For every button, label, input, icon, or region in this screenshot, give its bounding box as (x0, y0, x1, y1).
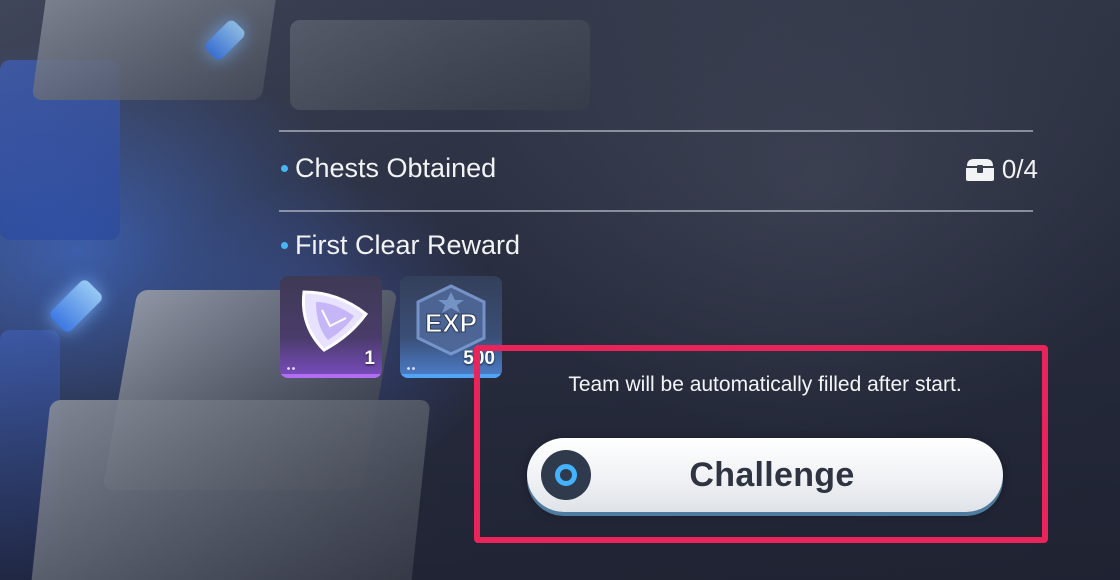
card-dots (286, 367, 296, 370)
chest-counter: 0/4 (964, 154, 1038, 185)
bullet-icon (281, 165, 288, 172)
card-dots (406, 367, 416, 370)
reward-quantity: 1 (364, 348, 375, 369)
circle-button-icon (541, 450, 591, 500)
first-clear-reward-label: First Clear Reward (295, 230, 521, 260)
divider (279, 130, 1033, 132)
exp-art-text: EXP (425, 308, 477, 338)
chests-obtained-label: Chests Obtained (295, 153, 497, 183)
crystal-gem-icon (301, 290, 369, 352)
button-ring (555, 464, 577, 486)
treasure-chest-icon (965, 158, 994, 181)
divider (279, 210, 1033, 212)
challenge-button-label: Challenge (689, 455, 855, 494)
chest-count-value: 0/4 (1001, 154, 1038, 184)
rarity-bar (280, 374, 382, 378)
auto-fill-notice: Team will be automatically filled after … (568, 373, 962, 396)
challenge-button[interactable]: Challenge (527, 438, 1003, 512)
first-clear-reward-row: First Clear Reward (281, 230, 520, 261)
chests-obtained-row: Chests Obtained (281, 153, 496, 184)
bullet-icon (281, 242, 288, 249)
reward-card-crystal[interactable]: 1 (280, 276, 382, 378)
